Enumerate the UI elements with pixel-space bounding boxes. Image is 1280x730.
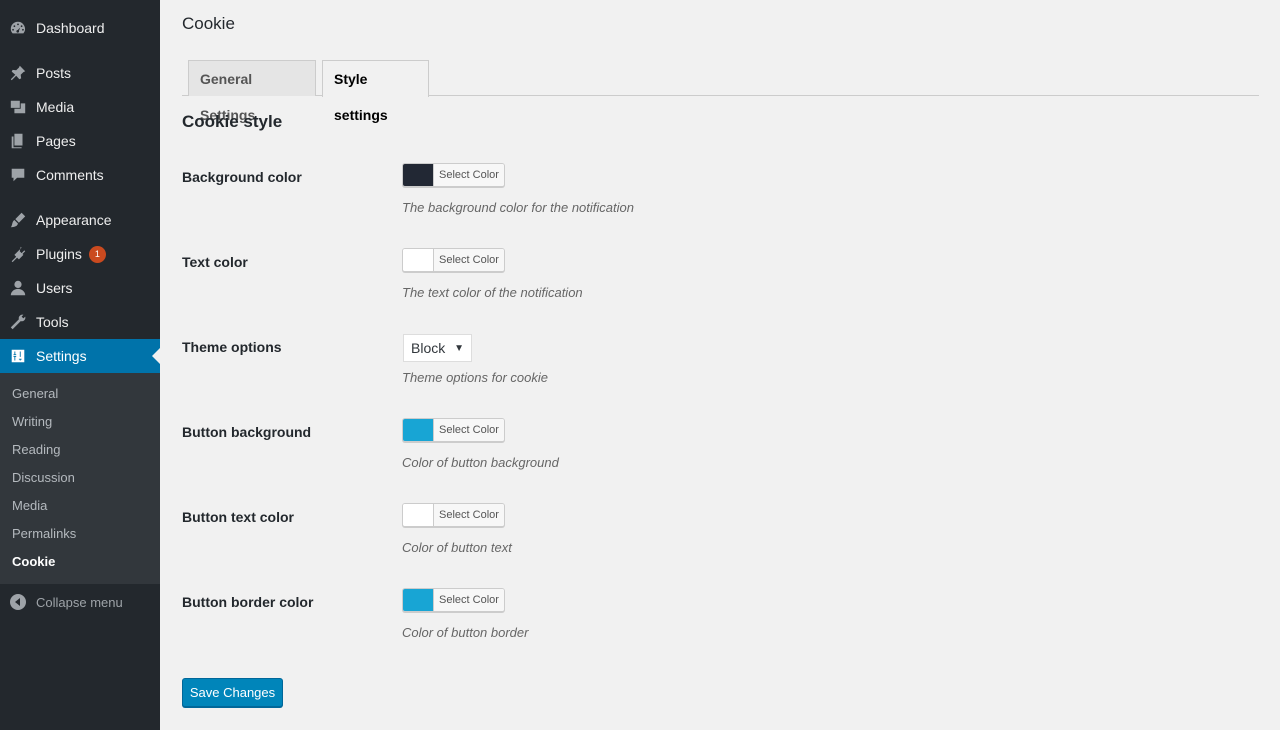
select-color-label: Select Color xyxy=(434,164,504,186)
button-background-picker[interactable]: Select Color xyxy=(402,418,505,442)
color-swatch xyxy=(403,589,434,611)
menu-item-media[interactable]: Media xyxy=(0,90,160,124)
wrench-icon xyxy=(0,313,36,331)
theme-options-label: Theme options xyxy=(182,339,282,355)
user-icon xyxy=(0,279,36,297)
button-text-color-description: Color of button text xyxy=(402,540,512,555)
collapse-arrow-icon xyxy=(0,594,36,610)
menu-label: Dashboard xyxy=(36,20,105,36)
text-color-picker[interactable]: Select Color xyxy=(402,248,505,272)
background-color-picker[interactable]: Select Color xyxy=(402,163,505,187)
color-swatch xyxy=(403,164,434,186)
tab-general-settings[interactable]: General Settings xyxy=(188,60,316,123)
theme-select-value: Block xyxy=(411,340,446,356)
comment-icon xyxy=(0,166,36,184)
active-menu-arrow xyxy=(152,348,160,364)
menu-item-posts[interactable]: Posts xyxy=(0,56,160,90)
theme-options-description: Theme options for cookie xyxy=(402,370,548,385)
button-border-color-label: Button border color xyxy=(182,594,314,610)
menu-label: Appearance xyxy=(36,212,112,228)
page-title: Cookie xyxy=(182,14,235,33)
save-changes-button[interactable]: Save Changes xyxy=(182,678,283,707)
button-background-label: Button background xyxy=(182,424,312,440)
button-background-description: Color of button background xyxy=(402,455,559,470)
settings-submenu: General Writing Reading Discussion Media… xyxy=(0,373,160,584)
dashboard-icon xyxy=(0,19,36,37)
submenu-item-writing[interactable]: Writing xyxy=(12,412,52,432)
submenu-item-media[interactable]: Media xyxy=(12,496,47,516)
submenu-item-discussion[interactable]: Discussion xyxy=(12,468,75,488)
submenu-item-cookie[interactable]: Cookie xyxy=(12,552,55,572)
tab-style-settings[interactable]: Style settings xyxy=(322,60,429,123)
plugin-update-badge: 1 xyxy=(88,245,106,263)
menu-item-comments[interactable]: Comments xyxy=(0,158,160,192)
select-color-label: Select Color xyxy=(434,419,504,441)
caret-down-icon: ▼ xyxy=(454,342,464,354)
select-color-label: Select Color xyxy=(434,249,504,271)
button-text-color-label: Button text color xyxy=(182,509,294,525)
menu-item-pages[interactable]: Pages xyxy=(0,124,160,158)
background-color-description: The background color for the notificatio… xyxy=(402,200,634,215)
admin-sidebar: Dashboard Posts Media Pages Comments App… xyxy=(0,0,160,730)
theme-options-select[interactable]: Block ▼ xyxy=(403,334,472,362)
menu-label: Users xyxy=(36,280,73,296)
menu-label: Comments xyxy=(36,167,104,183)
section-title: Cookie style xyxy=(182,112,283,131)
select-color-label: Select Color xyxy=(434,589,504,611)
button-text-color-picker[interactable]: Select Color xyxy=(402,503,505,527)
menu-item-settings[interactable]: Settings xyxy=(0,339,160,373)
collapse-menu-button[interactable]: Collapse menu xyxy=(0,590,123,614)
color-swatch xyxy=(403,419,434,441)
pages-icon xyxy=(0,132,36,150)
settings-icon xyxy=(0,347,36,365)
menu-label: Posts xyxy=(36,65,72,81)
collapse-menu-label: Collapse menu xyxy=(36,594,123,610)
button-border-color-picker[interactable]: Select Color xyxy=(402,588,505,612)
menu-label: Settings xyxy=(36,348,87,364)
brush-icon xyxy=(0,211,36,229)
background-color-label: Background color xyxy=(182,169,302,185)
media-icon xyxy=(0,98,36,116)
color-swatch xyxy=(403,249,434,271)
menu-label: Media xyxy=(36,99,75,115)
menu-item-tools[interactable]: Tools xyxy=(0,305,160,339)
text-color-description: The text color of the notification xyxy=(402,285,583,300)
submenu-item-permalinks[interactable]: Permalinks xyxy=(12,524,76,544)
text-color-label: Text color xyxy=(182,254,248,270)
menu-item-dashboard[interactable]: Dashboard xyxy=(0,11,160,45)
menu-item-appearance[interactable]: Appearance xyxy=(0,203,160,237)
menu-item-users[interactable]: Users xyxy=(0,271,160,305)
submenu-item-reading[interactable]: Reading xyxy=(12,440,60,460)
pin-icon xyxy=(0,64,36,82)
menu-label: Pages xyxy=(36,133,76,149)
menu-label: Tools xyxy=(36,314,69,330)
menu-label: Plugins xyxy=(36,246,82,262)
color-swatch xyxy=(403,504,434,526)
button-border-color-description: Color of button border xyxy=(402,625,529,640)
plug-icon xyxy=(0,245,36,263)
select-color-label: Select Color xyxy=(434,504,504,526)
submenu-item-general[interactable]: General xyxy=(12,384,58,404)
menu-item-plugins[interactable]: Plugins 1 xyxy=(0,237,160,271)
